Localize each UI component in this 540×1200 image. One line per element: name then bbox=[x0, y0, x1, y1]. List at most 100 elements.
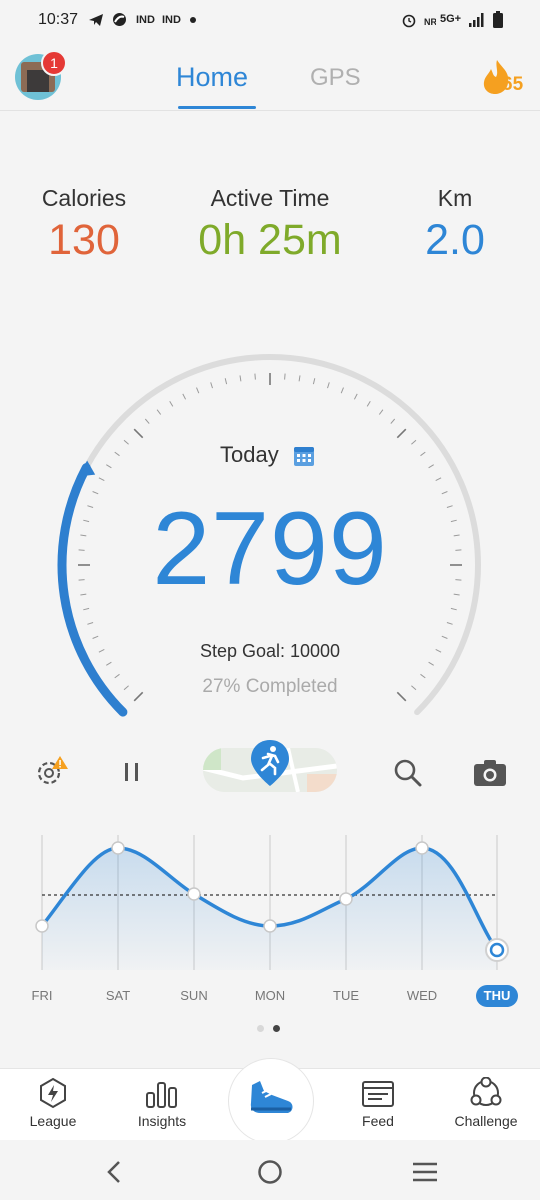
dial-tick bbox=[284, 373, 286, 380]
dial-tick bbox=[411, 439, 417, 445]
chart-point-tue bbox=[339, 892, 353, 906]
notification-badge: 1 bbox=[41, 50, 67, 76]
camera-icon bbox=[474, 760, 506, 786]
dial-tick bbox=[446, 622, 453, 625]
dial-tick bbox=[340, 387, 344, 394]
top-app-bar: 1 Home GPS 65 bbox=[0, 40, 540, 111]
volte-icon: NR bbox=[424, 17, 436, 27]
dial-tick bbox=[428, 661, 434, 666]
weekly-steps-chart bbox=[35, 835, 509, 970]
svg-text:NR: NR bbox=[424, 17, 436, 27]
streak-button[interactable]: 65 bbox=[480, 58, 530, 98]
dial-tick bbox=[169, 401, 174, 407]
dial-tick bbox=[312, 378, 316, 385]
dial-tick bbox=[224, 378, 228, 385]
dial-tick bbox=[144, 418, 150, 424]
page-dot-2-active bbox=[273, 1025, 280, 1032]
home-icon[interactable] bbox=[257, 1159, 283, 1185]
status-time: 10:37 bbox=[38, 11, 79, 28]
challenge-icon bbox=[470, 1077, 502, 1106]
dial-tick bbox=[298, 375, 301, 382]
day-label-tue[interactable]: TUE bbox=[316, 988, 376, 1003]
settings-button[interactable] bbox=[34, 755, 70, 789]
dial-tick bbox=[156, 409, 162, 415]
nav-league-label: League bbox=[29, 1113, 77, 1129]
notification-dot-icon bbox=[190, 17, 196, 23]
carrier-label-2: IND bbox=[162, 14, 181, 26]
tab-home[interactable]: Home bbox=[176, 62, 248, 93]
dial-tick bbox=[92, 635, 99, 639]
day-label-mon[interactable]: MON bbox=[240, 988, 300, 1003]
dial-tick bbox=[210, 382, 213, 389]
day-label-fri[interactable]: FRI bbox=[12, 988, 72, 1003]
signal-icon bbox=[469, 13, 484, 27]
distance-value: 2.0 bbox=[425, 216, 485, 264]
tab-home-indicator bbox=[178, 106, 256, 109]
search-icon bbox=[394, 759, 422, 787]
day-label-wed[interactable]: WED bbox=[392, 988, 452, 1003]
dial-tick bbox=[114, 451, 120, 457]
recents-icon[interactable] bbox=[412, 1161, 438, 1183]
chart-point-mon bbox=[263, 919, 277, 933]
step-goal: Step Goal: 10000 bbox=[199, 641, 341, 661]
dial-tick bbox=[366, 401, 371, 407]
back-icon[interactable] bbox=[104, 1160, 124, 1184]
dial-tick bbox=[182, 393, 187, 400]
chart-point-sat bbox=[111, 841, 125, 855]
camera-button[interactable] bbox=[473, 759, 507, 787]
dial-progress-marker bbox=[77, 460, 96, 477]
dial-tick bbox=[123, 439, 129, 445]
dial-tick bbox=[435, 477, 442, 482]
nav-challenge-label: Challenge bbox=[454, 1113, 518, 1129]
dial-tick bbox=[396, 428, 407, 439]
battery-icon bbox=[493, 11, 503, 28]
warning-icon bbox=[52, 756, 68, 769]
dial-tick bbox=[441, 635, 448, 639]
step-count: 2799 bbox=[152, 491, 388, 607]
shoe-icon bbox=[250, 1081, 293, 1113]
active-time-label: Active Time bbox=[210, 185, 330, 211]
app-status-icon bbox=[113, 13, 126, 26]
page-dot-1 bbox=[257, 1025, 264, 1032]
distance-label: Km bbox=[437, 185, 473, 211]
calories-label: Calories bbox=[41, 185, 127, 211]
status-bar: 10:37 IND IND NR 5G+ bbox=[0, 0, 540, 40]
system-navigation-bar bbox=[0, 1140, 540, 1200]
dial-tick bbox=[390, 418, 396, 424]
dial-tick bbox=[353, 393, 358, 400]
league-icon bbox=[40, 1077, 66, 1109]
tab-gps[interactable]: GPS bbox=[310, 64, 361, 92]
dial-tick bbox=[239, 375, 242, 382]
dial-tick bbox=[106, 661, 112, 666]
active-time-stat: Active Time 0h 25m bbox=[190, 185, 350, 265]
goal-completion: 27% Completed bbox=[202, 676, 338, 697]
nav-steps-home-button[interactable] bbox=[228, 1058, 314, 1144]
nav-feed-label: Feed bbox=[362, 1113, 394, 1129]
chart-point-fri bbox=[35, 919, 49, 933]
run-activity-icon[interactable] bbox=[248, 738, 292, 790]
dial-tick bbox=[428, 464, 434, 469]
telegram-icon bbox=[89, 14, 103, 26]
network-type: 5G+ bbox=[440, 13, 462, 25]
dial-tick bbox=[106, 464, 112, 469]
calories-stat: Calories 130 bbox=[25, 185, 143, 265]
chart-point-thu bbox=[489, 942, 505, 958]
day-label-sun[interactable]: SUN bbox=[164, 988, 224, 1003]
active-time-value: 0h 25m bbox=[198, 216, 342, 264]
chart-point-wed bbox=[415, 841, 429, 855]
pause-button[interactable] bbox=[120, 760, 144, 784]
dial-tick bbox=[327, 382, 330, 389]
search-button[interactable] bbox=[393, 758, 423, 788]
distance-stat: Km 2.0 bbox=[405, 185, 505, 265]
day-label-sat[interactable]: SAT bbox=[88, 988, 148, 1003]
dial-tick bbox=[254, 373, 256, 380]
streak-count: 65 bbox=[502, 74, 524, 95]
calendar-icon[interactable] bbox=[293, 445, 315, 467]
alarm-icon bbox=[402, 14, 416, 28]
dial-tick bbox=[133, 428, 144, 439]
dial-tick bbox=[98, 477, 105, 482]
nav-insights-label: Insights bbox=[137, 1113, 187, 1129]
carrier-label-1: IND bbox=[136, 14, 155, 26]
day-label-thu-selected[interactable]: THU bbox=[476, 985, 518, 1007]
insights-icon bbox=[146, 1082, 177, 1108]
